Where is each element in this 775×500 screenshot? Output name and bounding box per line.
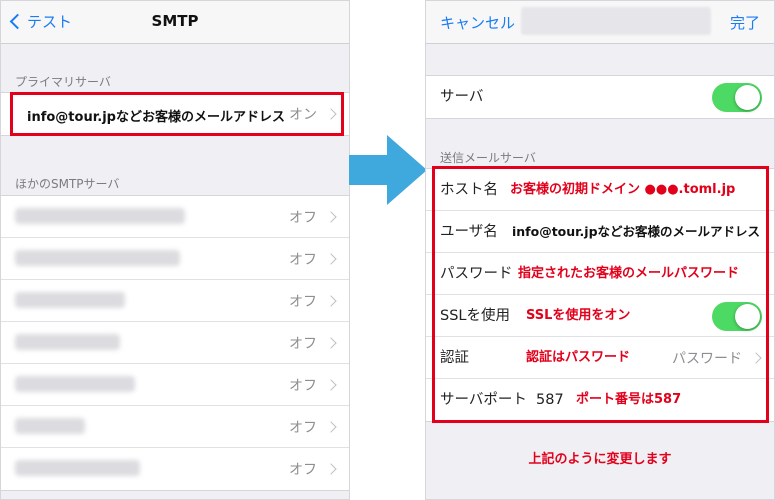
blurred-server-name — [15, 376, 135, 392]
primary-server-status-label: オン — [289, 107, 317, 123]
host-annotation: お客様の初期ドメイン ●●●.toml.jp — [510, 182, 736, 197]
ssl-row: SSLを使用 SSLを使用をオン — [426, 295, 774, 337]
password-label: パスワード — [440, 266, 513, 282]
primary-server-row[interactable]: info@tour.jpなどお客様のメールアドレス オン — [1, 92, 349, 136]
toggle-knob — [735, 85, 760, 110]
smtp-list-screen: テスト SMTP プライマリサーバ info@tour.jpなどお客様のメールア… — [0, 0, 350, 500]
chevron-right-icon — [325, 463, 337, 475]
navigation-bar: キャンセル 完了 — [426, 1, 774, 44]
primary-server-header: プライマリサーバ — [15, 75, 111, 89]
chevron-right-icon — [325, 337, 337, 349]
password-row[interactable]: パスワード 指定されたお客様のメールパスワード — [426, 253, 774, 295]
port-value: 587 — [536, 392, 564, 408]
blurred-server-name — [15, 292, 125, 308]
primary-server-email: info@tour.jpなどお客様のメールアドレス — [27, 110, 285, 125]
chevron-right-icon — [325, 108, 337, 120]
done-button[interactable]: 完了 — [730, 12, 760, 33]
right-arrow-icon — [349, 135, 427, 205]
other-server-row[interactable]: オフ — [1, 322, 349, 364]
port-annotation: ポート番号は587 — [576, 392, 682, 407]
smtp-edit-screen: キャンセル 完了 サーバ 送信メールサーバ ホスト名 お客様の初期ドメイン ●●… — [425, 0, 775, 500]
other-server-row[interactable]: オフ — [1, 280, 349, 322]
blurred-server-name — [15, 418, 85, 434]
port-label: サーバポート — [440, 392, 527, 408]
blurred-server-name — [15, 208, 185, 224]
server-status: オフ — [289, 462, 317, 478]
footer-annotation: 上記のように変更します — [528, 452, 672, 467]
host-row[interactable]: ホスト名 お客様の初期ドメイン ●●●.toml.jp — [426, 169, 774, 211]
navigation-bar: テスト SMTP — [1, 1, 349, 44]
outgoing-server-header: 送信メールサーバ — [440, 151, 536, 165]
auth-value: パスワード — [672, 351, 742, 367]
auth-row[interactable]: 認証 認証はパスワード パスワード — [426, 337, 774, 379]
server-row: サーバ — [426, 76, 774, 118]
auth-annotation: 認証はパスワード — [526, 350, 631, 365]
chevron-right-icon — [750, 352, 762, 364]
chevron-right-icon — [325, 379, 337, 391]
server-status: オフ — [289, 294, 317, 310]
ssl-annotation: SSLを使用をオン — [526, 308, 631, 323]
ssl-label: SSLを使用 — [440, 308, 510, 324]
server-status: オフ — [289, 252, 317, 268]
user-row[interactable]: ユーザ名 info@tour.jpなどお客様のメールアドレス — [426, 211, 774, 253]
other-server-row[interactable]: オフ — [1, 448, 349, 490]
server-status: オフ — [289, 336, 317, 352]
blurred-server-name — [15, 460, 140, 476]
password-annotation: 指定されたお客様のメールパスワード — [518, 266, 740, 281]
blurred-title — [521, 7, 711, 35]
server-toggle[interactable] — [712, 83, 762, 112]
cancel-button[interactable]: キャンセル — [440, 12, 515, 33]
other-smtp-list: オフ オフ オフ オフ オフ オフ オフ — [1, 195, 349, 491]
auth-label: 認証 — [440, 350, 469, 366]
port-row[interactable]: サーバポート 587 ポート番号は587 — [426, 379, 774, 421]
other-server-row[interactable]: オフ — [1, 238, 349, 280]
user-label: ユーザ名 — [440, 224, 498, 240]
host-label: ホスト名 — [440, 182, 498, 198]
server-status: オフ — [289, 210, 317, 226]
user-value: info@tour.jpなどお客様のメールアドレス — [512, 224, 761, 239]
auth-value-area: パスワード — [672, 337, 762, 379]
ssl-toggle[interactable] — [712, 302, 762, 331]
server-toggle-group: サーバ — [426, 75, 774, 119]
toggle-knob — [735, 304, 760, 329]
other-smtp-header: ほかのSMTPサーバ — [15, 177, 120, 191]
blurred-server-name — [15, 250, 180, 266]
blurred-server-name — [15, 334, 120, 350]
other-server-row[interactable]: オフ — [1, 196, 349, 238]
other-server-row[interactable]: オフ — [1, 406, 349, 448]
chevron-right-icon — [325, 211, 337, 223]
server-status: オフ — [289, 420, 317, 436]
outgoing-server-list: ホスト名 お客様の初期ドメイン ●●●.toml.jp ユーザ名 info@to… — [426, 168, 774, 422]
chevron-right-icon — [325, 421, 337, 433]
primary-server-status: オン — [289, 93, 337, 135]
page-title: SMTP — [151, 12, 199, 30]
other-server-row[interactable]: オフ — [1, 364, 349, 406]
chevron-right-icon — [325, 295, 337, 307]
chevron-right-icon — [325, 253, 337, 265]
server-label: サーバ — [440, 89, 484, 105]
server-status: オフ — [289, 378, 317, 394]
